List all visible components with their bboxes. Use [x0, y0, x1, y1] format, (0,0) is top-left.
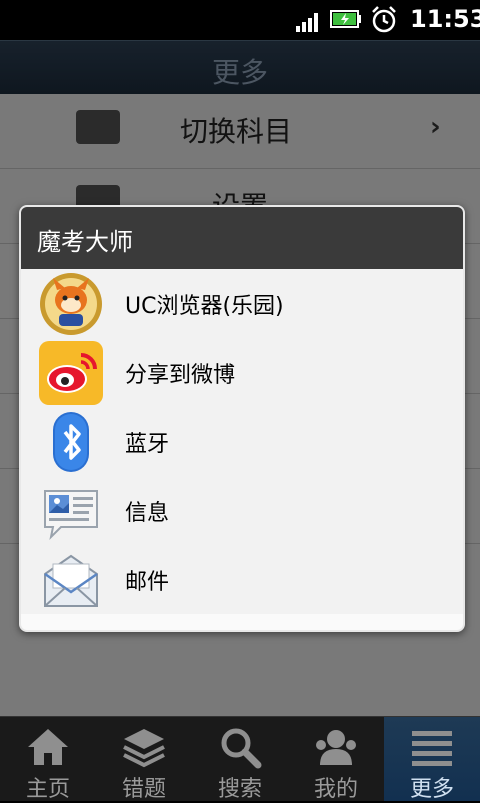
tab-label: 我的	[313, 777, 358, 802]
bluetooth-icon	[53, 412, 89, 472]
share-option-uc-browser[interactable]: UC浏览器(乐园)	[21, 269, 463, 339]
share-option-label: 分享到微博	[125, 363, 236, 388]
share-option-weibo[interactable]: 分享到微博	[21, 338, 463, 408]
share-dialog: 魔考大师 UC浏览器(乐园) 分享到微博 蓝牙 信息 邮件	[19, 205, 465, 632]
email-icon	[44, 554, 98, 607]
status-time: 11:53	[410, 5, 480, 33]
share-option-messaging[interactable]: 信息	[21, 476, 463, 546]
alarm-icon	[372, 6, 396, 33]
people-icon	[316, 730, 356, 765]
tab-search[interactable]: 搜索	[192, 717, 288, 802]
bottom-tab-bar: 主页 错题 搜索 我的 更多	[0, 716, 480, 802]
tab-label: 搜索	[217, 777, 262, 802]
tab-home[interactable]: 主页	[0, 717, 96, 802]
share-option-label: 蓝牙	[125, 432, 170, 457]
messaging-icon	[44, 490, 98, 541]
tab-label: 错题	[121, 777, 166, 802]
share-option-label: 信息	[125, 501, 170, 526]
tab-label: 更多	[409, 777, 454, 802]
stack-icon	[123, 729, 165, 768]
weibo-icon	[39, 341, 103, 405]
battery-icon	[330, 10, 361, 28]
status-bar: 11:53	[0, 0, 480, 40]
share-option-bluetooth[interactable]: 蓝牙	[21, 407, 463, 477]
tab-more[interactable]: 更多	[384, 717, 480, 802]
share-option-email[interactable]: 邮件	[21, 545, 463, 614]
list-icon	[412, 731, 452, 766]
dialog-title: 魔考大师	[37, 228, 133, 256]
home-icon	[28, 729, 68, 765]
share-option-label: UC浏览器(乐园)	[125, 294, 284, 319]
tab-mine[interactable]: 我的	[288, 717, 384, 802]
search-icon	[221, 728, 262, 769]
signal-icon	[296, 13, 318, 32]
dialog-header: 魔考大师	[21, 207, 463, 269]
share-option-label: 邮件	[125, 570, 170, 595]
tab-mistakes[interactable]: 错题	[96, 717, 192, 802]
tab-label: 主页	[25, 777, 70, 802]
uc-browser-icon	[40, 273, 102, 335]
